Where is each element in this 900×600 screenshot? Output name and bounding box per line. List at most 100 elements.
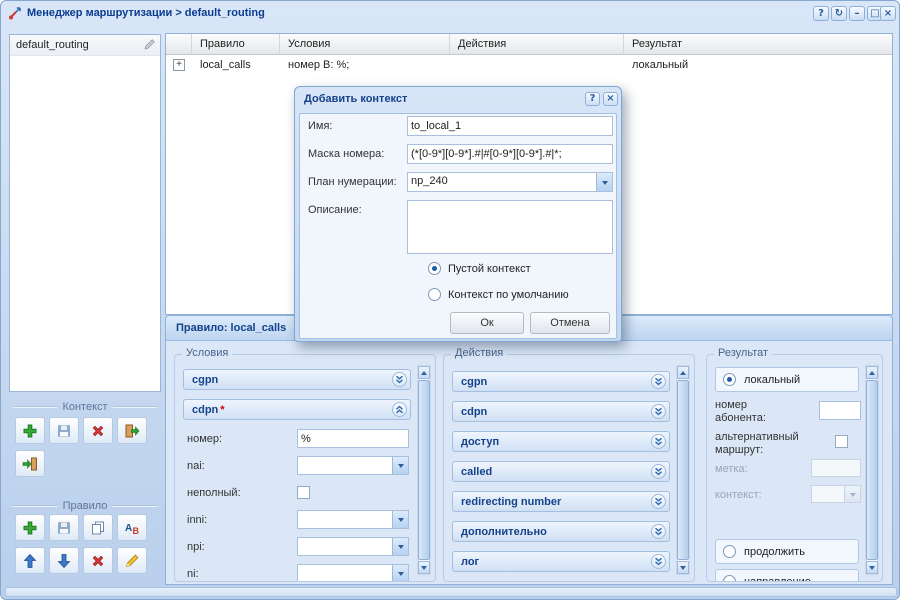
actions-section-log[interactable]: лог (452, 551, 670, 572)
collapse-toggle-icon[interactable] (651, 464, 666, 479)
actions-section-additional[interactable]: дополнительно (452, 521, 670, 542)
combo-arrow-icon[interactable] (596, 173, 612, 191)
combo-arrow-icon[interactable] (392, 565, 408, 582)
combo-arrow-icon[interactable] (392, 457, 408, 474)
window-titlebar[interactable]: Менеджер маршрутизации > default_routing… (1, 1, 899, 27)
scroll-down-icon[interactable] (866, 561, 878, 574)
context-group-separator: Контекст (13, 400, 157, 414)
combo-arrow-icon[interactable] (392, 511, 408, 528)
rule-detail-body: cgpn cdpn* номер: nai: неполный (166, 342, 892, 584)
result-option-direction[interactable]: направление (715, 569, 859, 582)
actions-section-redirecting[interactable]: redirecting number (452, 491, 670, 512)
conditions-section-cdpn[interactable]: cdpn* (183, 399, 411, 420)
default-context-radio[interactable] (428, 288, 441, 301)
collapse-toggle-icon[interactable] (651, 494, 666, 509)
npi-combo[interactable] (297, 537, 409, 556)
conditions-section-cgpn[interactable]: cgpn (183, 369, 411, 390)
dialog-titlebar[interactable]: Добавить контекст ? × (295, 87, 621, 112)
context-list-item[interactable]: default_routing (10, 35, 160, 56)
scroll-up-icon[interactable] (866, 366, 878, 379)
context-import-button[interactable] (15, 450, 45, 477)
plus-icon (22, 423, 38, 439)
actions-section-cdpn[interactable]: cdpn (452, 401, 670, 422)
subscriber-number-input[interactable] (819, 401, 861, 420)
edit-pencil-icon[interactable] (143, 38, 156, 59)
scroll-thumb[interactable] (866, 380, 878, 560)
nai-combo[interactable] (297, 456, 409, 475)
scroll-thumb[interactable] (677, 380, 689, 560)
rule-save-button[interactable] (49, 514, 79, 541)
scroll-up-icon[interactable] (677, 366, 689, 379)
direction-radio[interactable] (723, 575, 736, 582)
rule-move-down-button[interactable] (49, 547, 79, 574)
result-scrollbar[interactable] (865, 365, 879, 575)
combo-arrow-icon (844, 486, 860, 502)
context-delete-button[interactable] (83, 417, 113, 444)
combo-value (298, 538, 392, 555)
rule-move-up-button[interactable] (15, 547, 45, 574)
collapse-toggle-icon[interactable] (651, 404, 666, 419)
actions-section-called[interactable]: called (452, 461, 670, 482)
dialog-help-button[interactable]: ? (585, 92, 600, 106)
help-button[interactable]: ? (813, 6, 829, 21)
conditions-scrollbar[interactable] (417, 365, 431, 575)
collapse-toggle-icon[interactable] (651, 554, 666, 569)
minimize-button[interactable]: – (849, 6, 865, 21)
name-label: Имя: (308, 120, 332, 132)
description-textarea[interactable] (407, 200, 613, 254)
grid-header-actions[interactable]: Действия (450, 34, 624, 55)
cell-conditions: номер B: %; (280, 56, 450, 76)
dialog-close-button[interactable]: × (603, 92, 618, 106)
rule-delete-button[interactable] (83, 547, 113, 574)
numbering-plan-combo[interactable]: np_240 (407, 172, 613, 192)
ok-button[interactable]: Ок (450, 312, 524, 334)
result-option-continue[interactable]: продолжить (715, 539, 859, 564)
conditions-legend: Условия (182, 347, 232, 359)
scroll-thumb[interactable] (418, 380, 430, 560)
refresh-button[interactable]: ↻ (831, 6, 847, 21)
app-icon (8, 6, 23, 21)
rule-copy-button[interactable] (83, 514, 113, 541)
actions-scrollbar[interactable] (676, 365, 690, 575)
collapse-toggle-icon[interactable] (651, 374, 666, 389)
collapse-toggle-icon[interactable] (392, 402, 407, 417)
actions-legend: Действия (451, 347, 507, 359)
alt-route-checkbox[interactable] (835, 435, 848, 448)
rule-add-button[interactable] (15, 514, 45, 541)
name-input[interactable] (407, 116, 613, 136)
result-option-local[interactable]: локальный (715, 367, 859, 392)
collapse-toggle-icon[interactable] (651, 434, 666, 449)
rule-rename-button[interactable]: AB (117, 514, 147, 541)
empty-context-radio[interactable] (428, 262, 441, 275)
collapse-toggle-icon[interactable] (392, 372, 407, 387)
context-add-button[interactable] (15, 417, 45, 444)
number-input[interactable] (297, 429, 409, 448)
continue-radio[interactable] (723, 545, 736, 558)
rule-edit-button[interactable] (117, 547, 147, 574)
scroll-down-icon[interactable] (677, 561, 689, 574)
grid-header-result[interactable]: Результат (624, 34, 892, 55)
row-expand-button[interactable]: + (173, 59, 185, 71)
actions-fieldset: cgpn cdpn доступ called redirecting numb… (443, 354, 695, 582)
actions-section-cgpn[interactable]: cgpn (452, 371, 670, 392)
grid-header-conditions[interactable]: Условия (280, 34, 450, 55)
scroll-up-icon[interactable] (418, 366, 430, 379)
inni-combo[interactable] (297, 510, 409, 529)
context-export-button[interactable] (117, 417, 147, 444)
incomplete-checkbox[interactable] (297, 486, 310, 499)
rename-ab-icon: AB (124, 520, 140, 536)
cancel-button[interactable]: Отмена (530, 312, 610, 334)
scroll-down-icon[interactable] (418, 561, 430, 574)
combo-arrow-icon[interactable] (392, 538, 408, 555)
context-label: контекст: (715, 489, 762, 501)
ni-combo[interactable] (297, 564, 409, 582)
empty-context-label: Пустой контекст (448, 263, 531, 275)
mask-input[interactable] (407, 144, 613, 164)
actions-section-access[interactable]: доступ (452, 431, 670, 452)
local-radio[interactable] (723, 373, 736, 386)
close-button[interactable]: × (880, 6, 896, 21)
grid-header-rule[interactable]: Правило (192, 34, 280, 55)
collapse-toggle-icon[interactable] (651, 524, 666, 539)
result-fieldset: локальный номер абонента: альтернативный… (706, 354, 883, 582)
context-save-button[interactable] (49, 417, 79, 444)
